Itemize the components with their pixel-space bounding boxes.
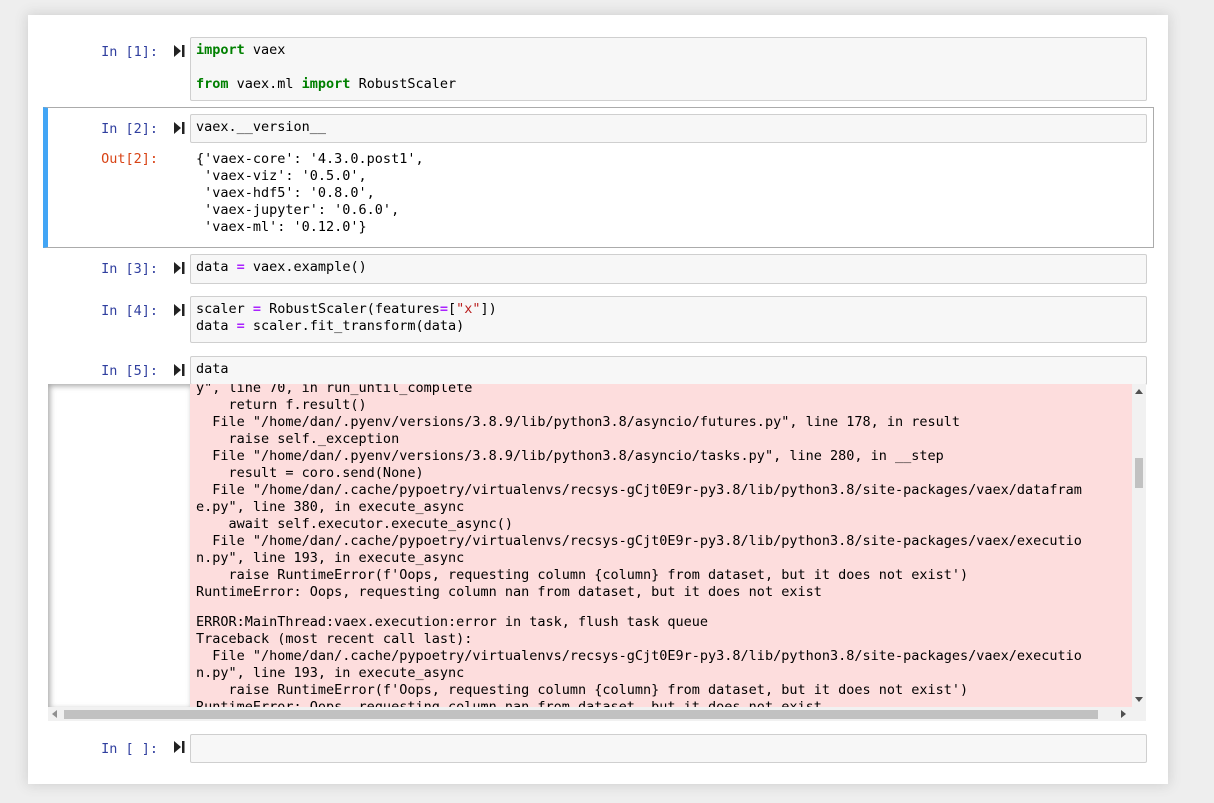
code-line: vaex.__version__ — [196, 119, 1141, 136]
traceback-line: Traceback (most recent call last): — [196, 631, 473, 647]
code-token: = — [439, 301, 448, 317]
traceback-line: n.py", line 193, in execute_async — [196, 550, 465, 566]
code-token: vaex.__version__ — [196, 119, 327, 135]
code-token: data — [196, 361, 229, 377]
input-prompt: In [ ]: — [101, 741, 158, 757]
code-cell-3[interactable]: In [3]: data = vaex.example() — [43, 254, 1153, 284]
run-cell-icon[interactable] — [174, 304, 185, 316]
traceback-line: y", line 70, in run_until_complete — [196, 384, 473, 396]
code-token: data — [196, 318, 237, 334]
output-text: {'vaex-core': '4.3.0.post1', 'vaex-viz':… — [196, 151, 424, 235]
traceback-line: return f.result() — [196, 397, 367, 413]
scroll-up-icon[interactable] — [1135, 389, 1143, 394]
code-token: from — [196, 76, 229, 92]
traceback-line: await self.executor.execute_async() — [196, 516, 513, 532]
traceback-line: File "/home/dan/.cache/pypoetry/virtuale… — [196, 533, 1082, 549]
code-token: vaex.ml — [228, 76, 302, 92]
run-cell-icon[interactable] — [174, 262, 185, 274]
code-input[interactable] — [190, 734, 1147, 763]
vertical-scrollbar[interactable] — [1132, 384, 1146, 707]
code-line: from vaex.ml import RobustScaler — [196, 76, 1141, 93]
traceback-line: ERROR:MainThread:vaex.execution:error in… — [196, 614, 709, 630]
code-input[interactable]: vaex.__version__ — [190, 114, 1147, 143]
code-token: RobustScaler(features — [261, 301, 440, 317]
traceback-line: n.py", line 193, in execute_async — [196, 665, 465, 681]
code-cell-empty[interactable]: In [ ]: — [43, 733, 1153, 763]
code-line: import vaex — [196, 42, 1141, 59]
code-input[interactable]: data = vaex.example() — [190, 254, 1147, 284]
output-prompt-area — [48, 384, 190, 707]
code-token: vaex.example() — [244, 259, 367, 275]
run-cell-icon[interactable] — [174, 122, 185, 134]
code-cell-2[interactable]: In [2]: vaex.__version__ Out[2]: {'vaex-… — [43, 107, 1154, 248]
code-token: "x" — [456, 301, 481, 317]
code-token: RobustScaler — [350, 76, 457, 92]
run-cell-icon[interactable] — [174, 45, 185, 57]
code-line: data — [196, 361, 1141, 378]
code-line: scaler = RobustScaler(features=["x"]) — [196, 301, 1141, 318]
traceback-line: result = coro.send(None) — [196, 465, 424, 481]
code-cell-5[interactable]: In [5]: data — [43, 355, 1153, 385]
traceback-line: File "/home/dan/.pyenv/versions/3.8.9/li… — [196, 414, 961, 430]
code-token: vaex — [244, 42, 286, 58]
code-cell-4[interactable]: In [4]: scaler = RobustScaler(features=[… — [43, 296, 1153, 343]
code-token: import — [196, 42, 245, 58]
code-token: ]) — [480, 301, 497, 317]
traceback-line: File "/home/dan/.cache/pypoetry/virtuale… — [196, 648, 1082, 664]
input-prompt: In [1]: — [101, 44, 158, 60]
stderr-output: y", line 70, in run_until_complete retur… — [190, 384, 1132, 707]
scrollbar-thumb[interactable] — [1135, 458, 1143, 488]
code-line: data = vaex.example() — [196, 259, 1141, 276]
code-token: [ — [448, 301, 457, 317]
traceback-line: File "/home/dan/.pyenv/versions/3.8.9/li… — [196, 448, 944, 464]
scroll-right-icon[interactable] — [1121, 710, 1126, 718]
input-prompt: In [4]: — [101, 303, 158, 319]
block-gap — [196, 601, 1082, 614]
traceback-line: raise self._exception — [196, 431, 400, 447]
traceback-line: raise RuntimeError(f'Oops, requesting co… — [196, 682, 969, 698]
code-token: = — [236, 318, 245, 334]
code-cell-1[interactable]: In [1]: import vaex from vaex.ml import R… — [43, 37, 1153, 101]
code-input[interactable]: scaler = RobustScaler(features=["x"]) dat… — [190, 296, 1147, 343]
code-token: import — [301, 76, 351, 92]
code-token: scaler.fit_transform(data) — [244, 318, 465, 334]
output-prompt: Out[2]: — [101, 151, 158, 167]
input-prompt: In [3]: — [101, 261, 158, 277]
code-token: = — [236, 259, 245, 275]
traceback-line: raise RuntimeError(f'Oops, requesting co… — [196, 567, 969, 583]
horizontal-scrollbar[interactable] — [48, 707, 1146, 721]
code-line: data = scaler.fit_transform(data) — [196, 318, 1141, 335]
code-token: = — [252, 301, 262, 317]
run-cell-icon[interactable] — [174, 364, 185, 376]
code-input[interactable]: data — [190, 356, 1147, 385]
traceback-line: e.py", line 380, in execute_async — [196, 499, 465, 515]
code-token: data — [196, 259, 237, 275]
traceback-text: y", line 70, in run_until_complete retur… — [196, 384, 1082, 707]
code-token: scaler — [196, 301, 253, 317]
run-cell-icon[interactable] — [174, 741, 185, 753]
traceback-line: RuntimeError: Oops, requesting column na… — [196, 699, 822, 707]
scroll-left-icon[interactable] — [52, 710, 57, 718]
notebook-container: In [1]: import vaex from vaex.ml import R… — [28, 15, 1168, 784]
stderr-output-area[interactable]: y", line 70, in run_until_complete retur… — [48, 384, 1146, 721]
scroll-down-icon[interactable] — [1135, 697, 1143, 702]
input-prompt: In [2]: — [101, 121, 158, 137]
input-prompt: In [5]: — [101, 363, 158, 379]
code-input[interactable]: import vaex from vaex.ml import RobustSca… — [190, 37, 1147, 101]
traceback-line: File "/home/dan/.cache/pypoetry/virtuale… — [196, 482, 1082, 498]
scrollbar-thumb[interactable] — [64, 710, 1098, 719]
traceback-line: RuntimeError: Oops, requesting column na… — [196, 584, 822, 600]
